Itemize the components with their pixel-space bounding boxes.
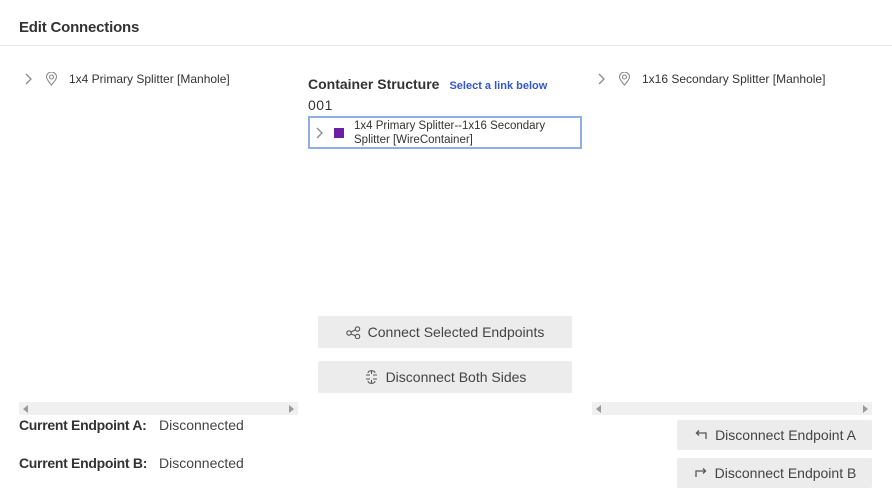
share-nodes-icon (346, 325, 362, 339)
disconnect-endpoint-a-label: Disconnect Endpoint A (715, 427, 856, 443)
connect-selected-endpoints-label: Connect Selected Endpoints (367, 324, 545, 340)
link-break-icon (364, 370, 380, 384)
dialog-header: Edit Connections (0, 0, 892, 46)
right-tree-item[interactable]: 1x16 Secondary Splitter [Manhole] (596, 72, 825, 86)
chevron-right-icon[interactable] (596, 72, 606, 86)
dialog-title: Edit Connections (19, 19, 140, 36)
disconnect-both-sides-button[interactable]: Disconnect Both Sides (318, 361, 572, 393)
disconnect-endpoint-a-button[interactable]: Disconnect Endpoint A (677, 420, 872, 450)
left-tree-item-label: 1x4 Primary Splitter [Manhole] (69, 72, 230, 86)
endpoint-a-value: Disconnected (159, 417, 244, 433)
scroll-left-arrow-icon[interactable] (596, 404, 601, 413)
left-horizontal-scrollbar[interactable] (19, 402, 298, 415)
scroll-right-arrow-icon[interactable] (863, 404, 868, 413)
disconnect-endpoint-b-label: Disconnect Endpoint B (714, 465, 857, 481)
endpoint-a-label: Current Endpoint A: (19, 417, 147, 433)
wire-container-label: 1x4 Primary Splitter--1x16 Secondary Spl… (354, 119, 546, 146)
container-structure-header: Container Structure Select a link below (308, 76, 547, 92)
endpoint-a-row: Current Endpoint A: Disconnected (19, 417, 244, 433)
connect-selected-endpoints-button[interactable]: Connect Selected Endpoints (318, 316, 572, 348)
left-tree-item[interactable]: 1x4 Primary Splitter [Manhole] (23, 72, 230, 86)
endpoint-b-value: Disconnected (159, 455, 244, 471)
right-horizontal-scrollbar[interactable] (592, 402, 872, 415)
endpoint-b-row: Current Endpoint B: Disconnected (19, 455, 244, 471)
arrow-turn-right-icon (693, 466, 709, 480)
container-code: 001 (308, 97, 333, 113)
map-pin-icon (45, 72, 59, 86)
map-pin-icon (618, 72, 632, 86)
scroll-left-arrow-icon[interactable] (23, 404, 28, 413)
wire-container-item[interactable]: 1x4 Primary Splitter--1x16 Secondary Spl… (308, 116, 582, 149)
select-link-hint: Select a link below (449, 80, 548, 92)
disconnect-both-sides-label: Disconnect Both Sides (385, 369, 527, 385)
wire-color-swatch (334, 127, 344, 138)
scroll-right-arrow-icon[interactable] (289, 404, 294, 413)
container-structure-title: Container Structure (308, 76, 440, 92)
chevron-right-icon[interactable] (23, 72, 33, 86)
disconnect-endpoint-b-button[interactable]: Disconnect Endpoint B (677, 458, 872, 488)
endpoint-b-label: Current Endpoint B: (19, 455, 148, 471)
right-tree-item-label: 1x16 Secondary Splitter [Manhole] (642, 72, 826, 86)
arrow-turn-left-icon (693, 428, 709, 442)
chevron-right-icon[interactable] (314, 126, 324, 140)
